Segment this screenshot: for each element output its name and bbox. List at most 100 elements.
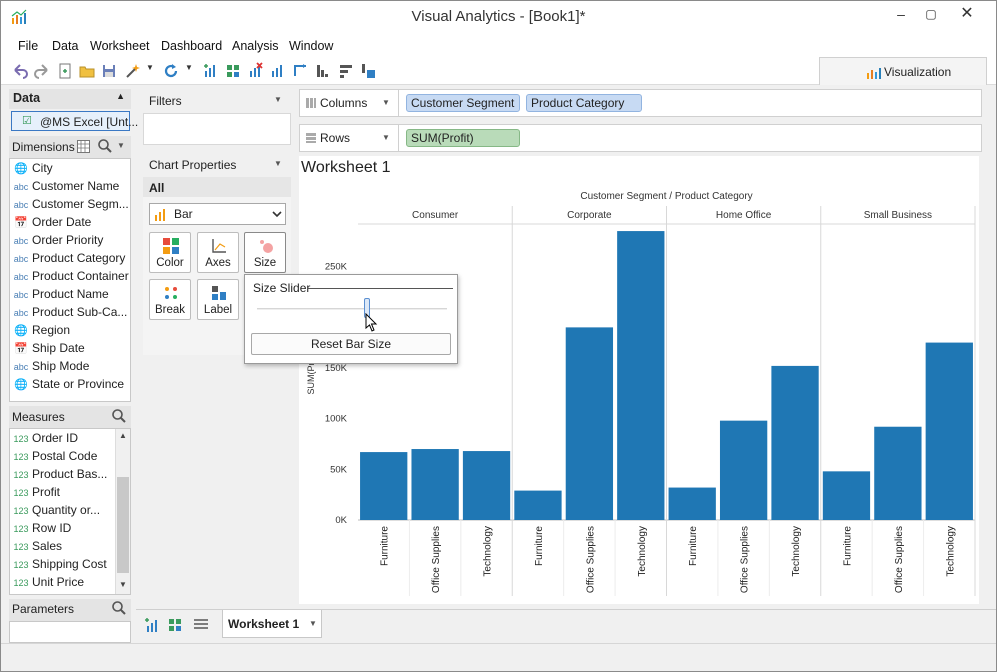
minimize-button[interactable]: – <box>886 1 916 27</box>
measure-item[interactable]: 123 Order ID <box>10 431 130 449</box>
menu-window[interactable]: Window <box>289 39 333 53</box>
measure-item[interactable]: 123 Unit Price <box>10 575 130 593</box>
menu-analysis[interactable]: Analysis <box>232 39 279 53</box>
scroll-down-icon[interactable]: ▼ <box>119 580 127 589</box>
measure-item[interactable]: 123 Product Bas... <box>10 467 130 485</box>
dimension-item[interactable]: 🌐 Region <box>10 323 130 341</box>
show-marks-icon[interactable] <box>359 62 377 80</box>
dimension-item[interactable]: abc Product Container <box>10 269 130 287</box>
axes-button[interactable]: Axes <box>197 232 239 273</box>
dimension-item[interactable]: 📅 Ship Date <box>10 341 130 359</box>
scroll-thumb[interactable] <box>117 477 129 573</box>
sheet-list-icon[interactable] <box>193 618 209 632</box>
y-tick-label: 100K <box>325 414 348 425</box>
tab-worksheet-1-label: Worksheet 1 <box>228 617 300 631</box>
menu-worksheet[interactable]: Worksheet <box>90 39 150 53</box>
tab-worksheet-1[interactable]: Worksheet 1 ▼ <box>222 610 322 638</box>
menu-data[interactable]: Data <box>52 39 78 53</box>
size-button[interactable]: Size <box>244 232 286 273</box>
new-dashboard-tab-icon[interactable] <box>167 617 183 633</box>
measure-item[interactable]: 123 Postal Code <box>10 449 130 467</box>
filters-drop-area[interactable] <box>143 113 291 145</box>
visualization-tab[interactable]: Visualization <box>819 57 987 85</box>
dimension-item[interactable]: abc Product Name <box>10 287 130 305</box>
dimension-item[interactable]: abc Order Priority <box>10 233 130 251</box>
x-tick-label: Office Supplies <box>894 526 905 593</box>
menu-dashboard[interactable]: Dashboard <box>161 39 222 53</box>
dimension-item[interactable]: 🌐 City <box>10 161 130 179</box>
search-parameters-icon[interactable] <box>111 600 127 616</box>
new-worksheet-icon[interactable] <box>202 62 220 80</box>
rows-menu-icon[interactable]: ▼ <box>382 133 390 142</box>
dimensions-menu-icon[interactable]: ▼ <box>117 141 125 150</box>
save-icon[interactable] <box>100 62 118 80</box>
filters-header: Filters ▼ <box>143 89 291 113</box>
new-file-icon[interactable] <box>56 62 74 80</box>
dimension-item[interactable]: abc Customer Name <box>10 179 130 197</box>
size-slider-track[interactable] <box>257 308 447 310</box>
open-folder-icon[interactable] <box>78 62 96 80</box>
sort-descending-icon[interactable] <box>337 62 355 80</box>
search-measures-icon[interactable] <box>111 408 127 424</box>
reset-bar-size-button[interactable]: Reset Bar Size <box>251 333 451 355</box>
scroll-up-icon[interactable]: ▲ <box>119 431 127 440</box>
measure-item[interactable]: 123 Shipping Cost <box>10 557 130 575</box>
new-worksheet-tab-icon[interactable] <box>144 617 160 633</box>
duplicate-sheet-icon[interactable] <box>269 62 287 80</box>
columns-shelf[interactable]: Columns ▼ Customer Segment Product Categ… <box>299 89 982 117</box>
field-label: City <box>32 161 53 175</box>
pill-sum-profit[interactable]: SUM(Profit) <box>406 129 520 147</box>
color-button[interactable]: Color <box>149 232 191 273</box>
mark-type-select[interactable]: Bar <box>149 203 286 225</box>
measures-header: Measures <box>9 406 131 428</box>
measure-item[interactable]: 123 Row ID <box>10 521 130 539</box>
wizard-icon[interactable] <box>124 62 142 80</box>
field-label: Ship Mode <box>32 359 90 373</box>
measure-item[interactable]: 123 Quantity or... <box>10 503 130 521</box>
refresh-icon[interactable] <box>162 62 180 80</box>
clear-sheet-icon[interactable] <box>247 62 265 80</box>
chart-properties-menu-icon[interactable]: ▼ <box>274 159 282 168</box>
columns-menu-icon[interactable]: ▼ <box>382 98 390 107</box>
swap-axes-icon[interactable] <box>292 62 310 80</box>
shelf-divider <box>398 125 399 151</box>
table-icon[interactable] <box>77 140 90 153</box>
abc-type-icon: abc <box>13 182 29 192</box>
close-button[interactable]: ✕ <box>952 1 982 27</box>
number-type-icon: 123 <box>13 434 29 444</box>
sort-ascending-icon[interactable] <box>314 62 332 80</box>
dimension-item[interactable]: abc Customer Segm... <box>10 197 130 215</box>
abc-type-icon: abc <box>13 236 29 246</box>
rows-shelf[interactable]: Rows ▼ SUM(Profit) <box>299 124 982 152</box>
break-button[interactable]: Break <box>149 279 191 320</box>
x-tick-label: Technology <box>483 526 494 577</box>
filters-menu-icon[interactable]: ▼ <box>274 95 282 104</box>
maximize-button[interactable]: ▢ <box>916 1 946 27</box>
redo-icon[interactable] <box>33 62 51 80</box>
search-dimensions-icon[interactable] <box>97 138 113 154</box>
refresh-dropdown-icon[interactable]: ▼ <box>185 63 193 72</box>
label-button[interactable]: Label <box>197 279 239 320</box>
dimension-item[interactable]: abc Ship Mode <box>10 359 130 377</box>
dimension-item[interactable]: 🌐 State or Province <box>10 377 130 395</box>
scope-tab-all[interactable]: All <box>143 177 291 197</box>
y-tick-label: 0K <box>335 515 347 526</box>
menu-file[interactable]: File <box>18 39 38 53</box>
dimension-item[interactable]: abc Product Category <box>10 251 130 269</box>
data-source-item[interactable]: ☑ @MS Excel [Unt... <box>11 111 138 131</box>
measures-scrollbar[interactable]: ▲ ▼ <box>115 429 130 594</box>
undo-icon[interactable] <box>11 62 29 80</box>
pill-customer-segment[interactable]: Customer Segment <box>406 94 520 112</box>
dimension-item[interactable]: 📅 Order Date <box>10 215 130 233</box>
dimension-item[interactable]: abc Product Sub-Ca... <box>10 305 130 323</box>
new-dashboard-icon[interactable] <box>224 62 242 80</box>
wizard-dropdown-icon[interactable]: ▼ <box>146 63 154 72</box>
measure-item[interactable]: 123 Sales <box>10 539 130 557</box>
axes-button-label: Axes <box>205 257 231 269</box>
pill-product-category[interactable]: Product Category <box>526 94 642 112</box>
tab-menu-icon[interactable]: ▼ <box>309 619 317 628</box>
measure-item[interactable]: 123 Profit <box>10 485 130 503</box>
data-panel-sort-icon[interactable]: ▲ <box>116 91 125 101</box>
abc-type-icon: abc <box>13 308 29 318</box>
field-label: Order Priority <box>32 233 104 247</box>
